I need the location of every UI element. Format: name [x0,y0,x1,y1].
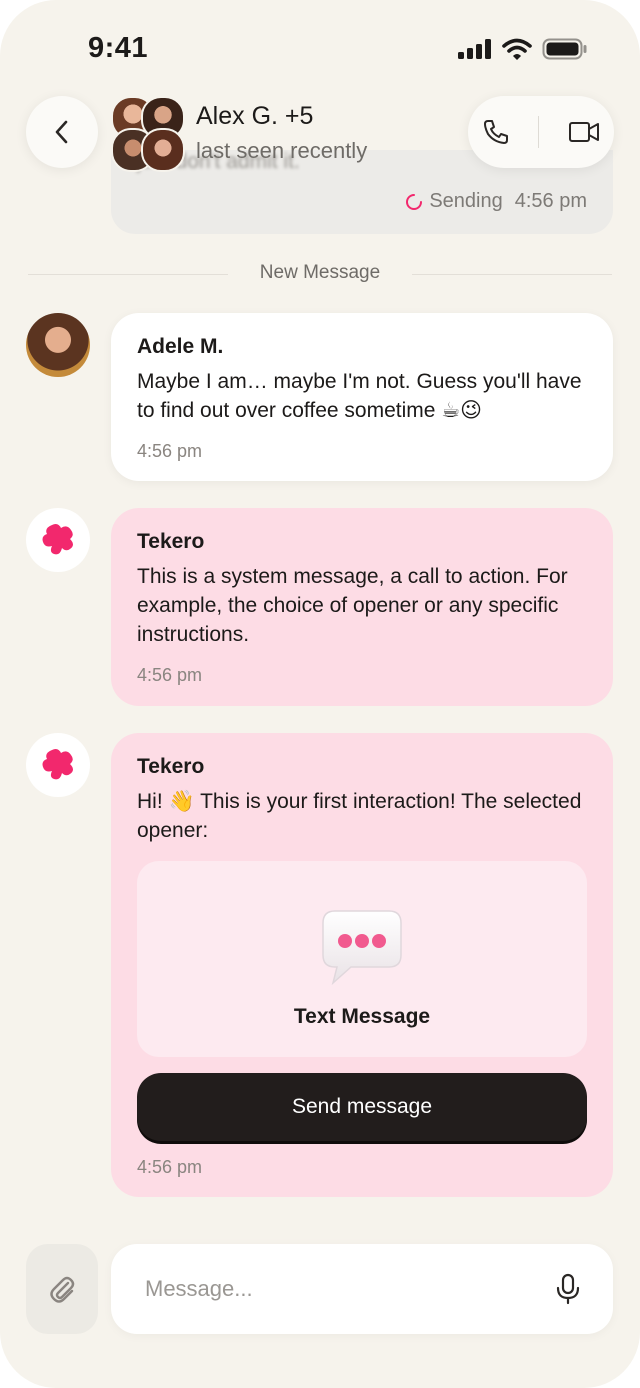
message-sender: Tekero [137,530,205,553]
pill-divider [538,116,540,148]
send-message-button[interactable]: Send message [137,1073,587,1141]
tekero-avatar [26,733,90,797]
call-actions [468,96,614,168]
message-time: 4:56 pm [137,1157,203,1177]
chat-subtitle: last seen recently [196,138,368,163]
opener-card[interactable]: Text Message [137,861,587,1057]
sending-time: 4:56 pm [514,190,587,212]
message-input[interactable] [143,1275,555,1303]
system-message-bubble: Tekero This is a system message, a call … [111,508,613,706]
back-button[interactable] [26,96,98,168]
chat-header: Alex G. +5 last seen recently [0,96,640,176]
message-time: 4:56 pm [137,665,203,685]
phone-screen: 9:41 just don't admit it. Sending 4:56 p… [0,0,640,1388]
tekero-logo-icon [42,524,73,555]
message-bubble: Adele M. Maybe I am… maybe I'm not. Gues… [111,313,613,481]
phone-icon[interactable] [482,118,510,146]
opener-label: Text Message [293,1005,431,1028]
divider-label: New Message [259,262,381,283]
microphone-icon[interactable] [555,1273,581,1305]
opener-message-bubble: Tekero Hi! 👋 This is your first interact… [111,733,613,1197]
avatar[interactable] [26,313,90,377]
back-chevron-icon [55,120,68,144]
sending-status: Sending 4:56 pm [405,190,587,213]
message-composer [0,1244,640,1336]
avatar [141,128,185,172]
video-icon[interactable] [568,119,600,145]
status-icons [458,38,588,60]
battery-icon [542,38,587,60]
group-avatars[interactable] [111,96,185,172]
attach-button[interactable] [26,1244,98,1334]
signal-icon [458,39,491,59]
message-text: Hi! 👋 This is your first interaction! Th… [137,790,582,842]
message-sender: Adele M. [137,335,224,358]
message-text: This is a system message, a call to acti… [137,565,568,646]
paperclip-icon [50,1276,75,1303]
spinner-icon [406,193,423,210]
new-message-divider: New Message [28,262,612,288]
tekero-logo-icon [42,749,73,780]
status-bar: 9:41 [0,0,640,96]
chat-title[interactable]: Alex G. +5 [196,102,313,131]
status-time: 9:41 [88,32,149,64]
message-time: 4:56 pm [137,441,203,461]
sending-label: Sending [429,190,503,212]
wifi-icon [502,38,532,60]
message-text: Maybe I am… maybe I'm not. Guess you'll … [137,370,582,422]
tekero-avatar [26,508,90,572]
chat-bubble-icon [322,910,402,986]
message-field [111,1244,613,1334]
message-sender: Tekero [137,755,205,778]
